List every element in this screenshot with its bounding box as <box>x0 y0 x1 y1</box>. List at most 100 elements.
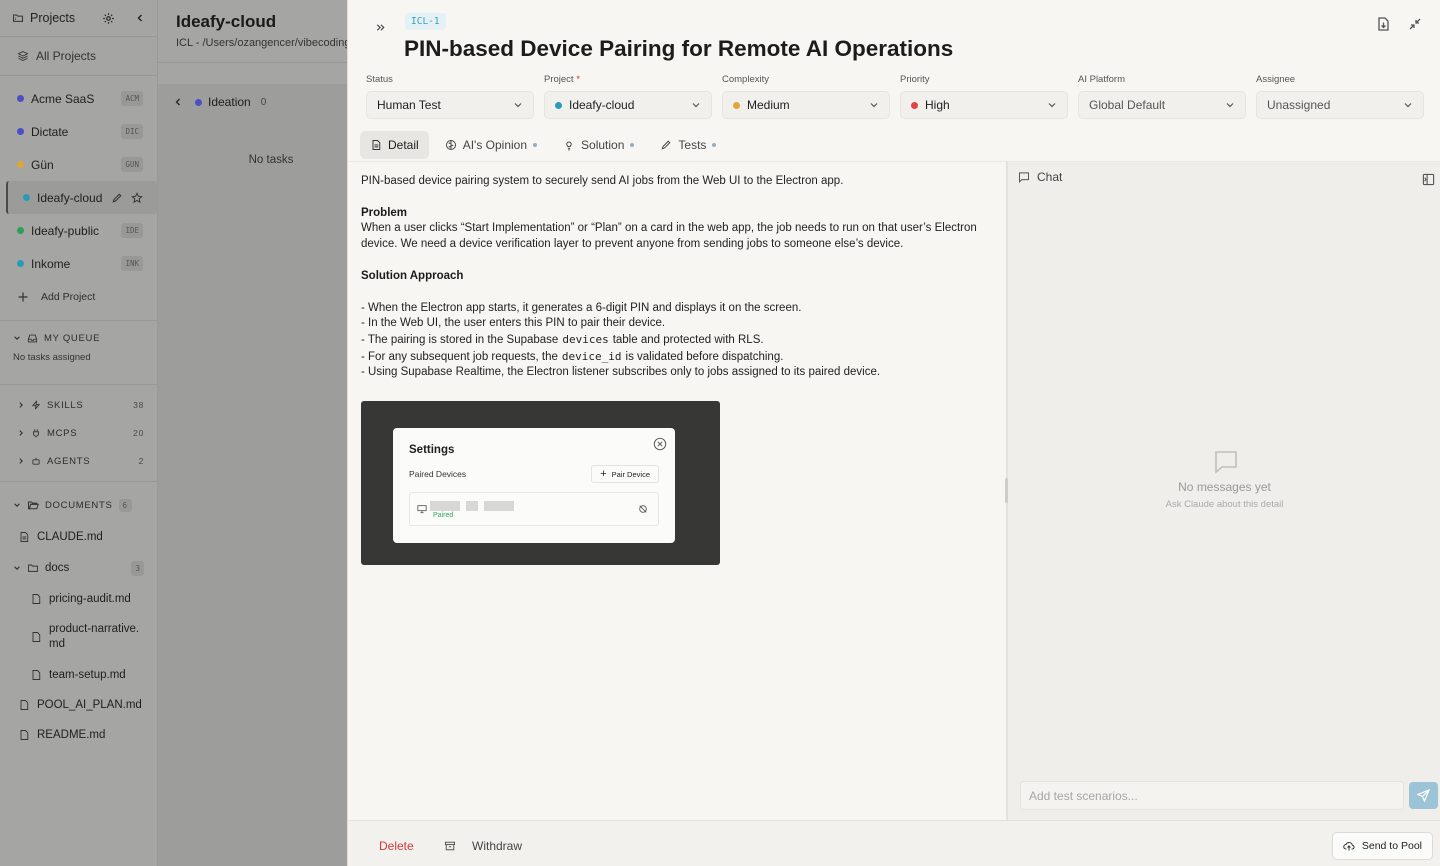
status-field: Status Human Test <box>366 74 534 119</box>
doc-name: pricing-audit.md <box>49 592 131 605</box>
approach-heading: Solution Approach <box>361 269 464 282</box>
sidebar-item-project[interactable]: Acme SaaS ACM <box>0 82 157 115</box>
sidebar: Projects All Projects Acme SaaS ACM Dictat… <box>0 0 158 866</box>
documents-label: DOCUMENTS <box>45 499 113 511</box>
ai-platform-label: AI Platform <box>1078 74 1125 85</box>
sidebar-item-project[interactable]: Ideafy-cloud <box>6 181 157 214</box>
assignee-select[interactable]: Unassigned <box>1256 91 1424 119</box>
tab-ai-opinion[interactable]: AI's Opinion <box>435 131 547 159</box>
sidebar-item-project[interactable]: Gün GUN <box>0 148 157 181</box>
docs-folder-count: 3 <box>131 560 144 576</box>
close-icon <box>653 437 667 451</box>
star-icon[interactable] <box>131 191 143 204</box>
gear-icon[interactable] <box>102 12 115 25</box>
column-header[interactable]: Ideation 0 <box>158 84 347 120</box>
doc-readme[interactable]: README.md <box>0 720 157 750</box>
task-title[interactable]: PIN-based Device Pairing for Remote AI O… <box>404 36 953 62</box>
section-agents[interactable]: AGENTS 2 <box>0 447 157 475</box>
project-select[interactable]: Ideafy-cloud <box>544 91 712 119</box>
doc-name: team-setup.md <box>49 668 126 681</box>
doc-pool-ai-plan[interactable]: POOL_AI_PLAN.md <box>0 690 157 720</box>
plus-icon <box>17 291 29 303</box>
task-id-badge: ICL-1 <box>405 13 446 30</box>
complexity-select[interactable]: Medium <box>722 91 890 119</box>
priority-field: Priority High <box>900 74 1068 119</box>
sidebar-item-all-projects[interactable]: All Projects <box>0 41 157 71</box>
sidebar-item-project[interactable]: Ideafy-public IDE <box>0 214 157 247</box>
send-to-pool-button[interactable]: Send to Pool <box>1331 832 1433 860</box>
doc-file[interactable]: team-setup.md <box>0 660 157 690</box>
required-marker: * <box>576 74 580 85</box>
documents-header[interactable]: DOCUMENTS 6 <box>0 488 157 522</box>
double-chevron-right-icon[interactable] <box>375 22 386 33</box>
file-icon <box>30 593 42 605</box>
export-file-icon[interactable] <box>1375 16 1391 32</box>
section-skills[interactable]: SKILLS 38 <box>0 391 157 419</box>
document-icon <box>370 139 382 151</box>
delete-button[interactable]: Delete <box>379 832 414 860</box>
doc-file[interactable]: pricing-audit.md <box>0 584 157 614</box>
bullet-3: - The pairing is stored in the Supabase d… <box>361 332 764 346</box>
project-name: Ideafy-public <box>31 223 100 238</box>
sidebar-item-project[interactable]: Inkome INK <box>0 247 157 280</box>
status-label: Status <box>366 74 393 85</box>
footer-bar: Delete Withdraw Send to Pool <box>348 820 1440 866</box>
doc-name: POOL_AI_PLAN.md <box>37 699 142 711</box>
pencil-icon[interactable] <box>111 192 123 204</box>
assignee-label: Assignee <box>1256 74 1296 85</box>
chevron-left-icon[interactable] <box>135 13 145 23</box>
chevron-left-icon[interactable] <box>173 97 183 107</box>
chevron-down-icon <box>869 100 879 110</box>
task-tabs: Detail AI's Opinion Solution Tests <box>360 131 726 159</box>
inline-code: devices <box>562 332 609 346</box>
minimize-icon[interactable] <box>1407 16 1423 32</box>
doc-name: product-narrative.md <box>49 623 140 650</box>
tab-detail[interactable]: Detail <box>360 131 429 159</box>
project-name: Dictate <box>31 124 69 139</box>
sidebar-item-project[interactable]: Dictate DIC <box>0 115 157 148</box>
unlink-icon <box>638 504 648 514</box>
folder-icon <box>27 562 39 574</box>
status-select[interactable]: Human Test <box>366 91 534 119</box>
section-mcps[interactable]: MCPS 20 <box>0 419 157 447</box>
sidebar-title: Projects <box>30 11 76 25</box>
ai-platform-value: Global Default <box>1089 98 1166 112</box>
priority-select[interactable]: High <box>900 91 1068 119</box>
monitor-icon <box>417 504 427 514</box>
detail-panel: ICL-1 PIN-based Device Pairing for Remot… <box>347 0 1440 866</box>
project-name: Inkome <box>31 256 71 271</box>
bullet-1: - When the Electron app starts, it gener… <box>361 301 802 314</box>
mcps-icon <box>31 428 41 438</box>
docs-folder[interactable]: docs 3 <box>0 552 157 584</box>
project-name: Acme SaaS <box>31 91 95 106</box>
doc-claude-md[interactable]: CLAUDE.md <box>0 522 157 552</box>
my-queue-header[interactable]: MY QUEUE <box>0 324 157 352</box>
chat-empty-title: No messages yet <box>1178 480 1271 494</box>
layers-icon <box>17 50 29 62</box>
priority-dot <box>911 101 918 109</box>
section-count: 20 <box>133 428 144 438</box>
send-button[interactable] <box>1409 782 1438 809</box>
folder-icon <box>12 12 24 24</box>
withdraw-button[interactable]: Withdraw <box>444 832 522 860</box>
column-label: Ideation <box>208 95 251 109</box>
ai-platform-select[interactable]: Global Default <box>1078 91 1246 119</box>
bullet-5: - Using Supabase Realtime, the Electron … <box>361 366 881 379</box>
paired-devices-label: Paired Devices <box>409 469 467 479</box>
board: Ideafy-cloud ICL - /Users/ozangencer/vib… <box>158 0 347 866</box>
doc-file[interactable]: product-narrative.md <box>0 614 157 660</box>
tab-tests[interactable]: Tests <box>650 131 726 159</box>
chevron-down-icon <box>1047 100 1057 110</box>
panel-toggle-icon[interactable] <box>1422 173 1435 186</box>
chat-input[interactable] <box>1020 781 1404 810</box>
doc-name: CLAUDE.md <box>37 531 103 543</box>
project-field: Project * Ideafy-cloud <box>544 74 712 119</box>
section-count: 38 <box>133 400 144 410</box>
problem-text: When a user clicks “Start Implementation… <box>361 222 977 251</box>
tab-solution[interactable]: Solution <box>553 131 644 159</box>
chat-panel: Chat No messages yet Ask Claude about th… <box>1008 162 1440 820</box>
tab-indicator <box>533 143 538 147</box>
file-icon <box>18 531 30 543</box>
project-label: Project * <box>544 74 580 85</box>
add-project-button[interactable]: Add Project <box>0 282 157 312</box>
